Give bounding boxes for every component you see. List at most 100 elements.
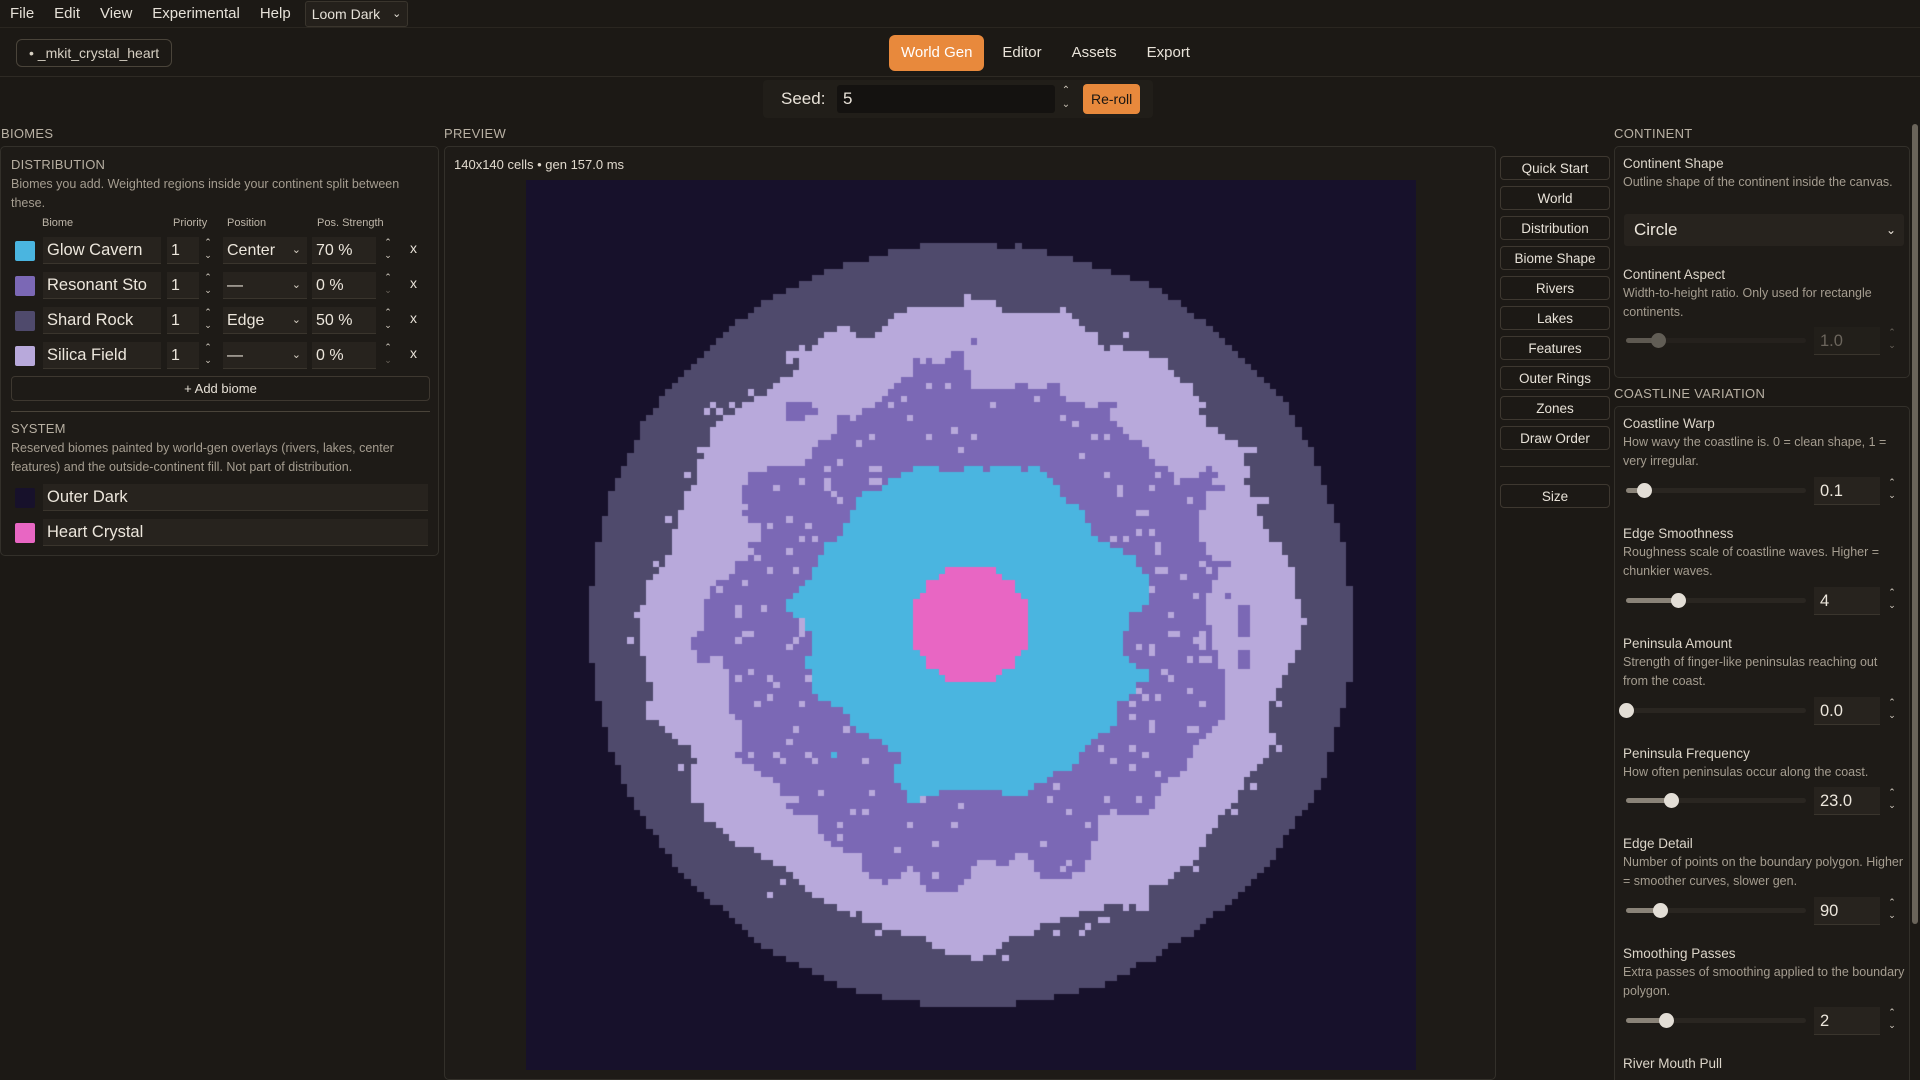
- chevron-down-icon[interactable]: ⌄: [202, 249, 214, 262]
- biome-strength-input[interactable]: 0 %: [312, 342, 376, 369]
- project-tab[interactable]: • _mkit_crystal_heart: [16, 39, 173, 67]
- smoothing-passes-value[interactable]: 2: [1814, 1007, 1880, 1035]
- peninsula-frequency-slider[interactable]: [1626, 793, 1806, 808]
- system-biome-name[interactable]: Heart Crystal: [43, 519, 428, 546]
- slider-knob[interactable]: [1658, 1013, 1674, 1028]
- chevron-up-icon[interactable]: ⌃: [202, 306, 214, 319]
- strength-stepper[interactable]: ⌃ ⌄: [382, 236, 394, 264]
- menu-help[interactable]: Help: [250, 0, 301, 28]
- value-stepper[interactable]: ⌃ ⌄: [1886, 586, 1898, 614]
- menu-edit[interactable]: Edit: [44, 0, 90, 28]
- nav-rivers[interactable]: Rivers: [1500, 276, 1610, 300]
- chevron-down-icon[interactable]: ⌄: [382, 284, 394, 297]
- remove-biome-button[interactable]: x: [410, 345, 417, 361]
- chevron-up-icon[interactable]: ⌃: [1886, 786, 1898, 799]
- biome-strength-input[interactable]: 70 %: [312, 237, 376, 264]
- biome-priority-input[interactable]: 1: [167, 307, 199, 334]
- biome-priority-input[interactable]: 1: [167, 342, 199, 369]
- system-color-swatch[interactable]: [15, 523, 35, 543]
- add-biome-button[interactable]: + Add biome: [11, 376, 430, 401]
- biome-name-input[interactable]: Shard Rock: [43, 307, 161, 334]
- coastline-warp-value[interactable]: 0.1: [1814, 477, 1880, 505]
- slider-knob[interactable]: [1637, 483, 1652, 498]
- chevron-up-icon[interactable]: ⌃: [1059, 84, 1073, 98]
- biome-strength-input[interactable]: 50 %: [312, 307, 376, 334]
- chevron-up-icon[interactable]: ⌃: [1886, 326, 1898, 339]
- chevron-up-icon[interactable]: ⌃: [382, 236, 394, 249]
- chevron-up-icon[interactable]: ⌃: [202, 341, 214, 354]
- peninsula-frequency-value[interactable]: 23.0: [1814, 787, 1880, 815]
- biome-color-swatch[interactable]: [15, 311, 35, 331]
- priority-stepper[interactable]: ⌃ ⌄: [202, 271, 214, 299]
- chevron-up-icon[interactable]: ⌃: [382, 306, 394, 319]
- peninsula-amount-slider[interactable]: [1619, 703, 1806, 718]
- nav-zones[interactable]: Zones: [1500, 396, 1610, 420]
- biome-color-swatch[interactable]: [15, 346, 35, 366]
- edge-smoothness-slider[interactable]: [1626, 593, 1806, 608]
- nav-draw-order[interactable]: Draw Order: [1500, 426, 1610, 450]
- continent-aspect-value[interactable]: 1.0: [1814, 327, 1880, 355]
- coastline-warp-slider[interactable]: [1626, 483, 1806, 498]
- seed-input[interactable]: 5: [837, 85, 1055, 113]
- tab-export[interactable]: Export: [1135, 35, 1202, 71]
- system-biome-name[interactable]: Outer Dark: [43, 484, 428, 511]
- edge-detail-slider[interactable]: [1626, 903, 1806, 918]
- chevron-up-icon[interactable]: ⌃: [1886, 896, 1898, 909]
- continent-aspect-slider[interactable]: [1626, 333, 1806, 348]
- value-stepper[interactable]: ⌃ ⌄: [1886, 786, 1898, 814]
- smoothing-passes-slider[interactable]: [1626, 1013, 1806, 1028]
- menu-experimental[interactable]: Experimental: [142, 0, 250, 28]
- strength-stepper[interactable]: ⌃ ⌄: [382, 306, 394, 334]
- nav-size[interactable]: Size: [1500, 484, 1610, 508]
- chevron-down-icon[interactable]: ⌄: [382, 319, 394, 332]
- value-stepper[interactable]: ⌃ ⌄: [1886, 476, 1898, 504]
- biome-name-input[interactable]: Glow Cavern: [43, 237, 161, 264]
- edge-detail-value[interactable]: 90: [1814, 897, 1880, 925]
- edge-smoothness-value[interactable]: 4: [1814, 587, 1880, 615]
- nav-quick-start[interactable]: Quick Start: [1500, 156, 1610, 180]
- biome-position-select[interactable]: Edge ⌄: [223, 307, 307, 334]
- chevron-down-icon[interactable]: ⌄: [1886, 909, 1898, 922]
- biome-name-input[interactable]: Silica Field: [43, 342, 161, 369]
- tab-editor[interactable]: Editor: [990, 35, 1053, 71]
- biome-position-select[interactable]: — ⌄: [223, 272, 307, 299]
- remove-biome-button[interactable]: x: [410, 275, 417, 291]
- nav-distribution[interactable]: Distribution: [1500, 216, 1610, 240]
- value-stepper[interactable]: ⌃ ⌄: [1886, 1006, 1898, 1034]
- chevron-up-icon[interactable]: ⌃: [202, 236, 214, 249]
- slider-knob[interactable]: [1619, 703, 1634, 718]
- nav-lakes[interactable]: Lakes: [1500, 306, 1610, 330]
- biome-color-swatch[interactable]: [15, 241, 35, 261]
- world-map-canvas[interactable]: [526, 180, 1416, 1070]
- chevron-down-icon[interactable]: ⌄: [202, 354, 214, 367]
- slider-knob[interactable]: [1664, 793, 1679, 808]
- chevron-up-icon[interactable]: ⌃: [1886, 586, 1898, 599]
- tab-assets[interactable]: Assets: [1060, 35, 1129, 71]
- chevron-down-icon[interactable]: ⌄: [1059, 98, 1073, 112]
- scrollbar[interactable]: [1912, 124, 1918, 924]
- chevron-up-icon[interactable]: ⌃: [1886, 476, 1898, 489]
- remove-biome-button[interactable]: x: [410, 240, 417, 256]
- biome-position-select[interactable]: Center ⌄: [223, 237, 307, 264]
- chevron-down-icon[interactable]: ⌄: [1886, 599, 1898, 612]
- biome-strength-input[interactable]: 0 %: [312, 272, 376, 299]
- continent-shape-select[interactable]: Circle ⌄: [1624, 214, 1904, 246]
- chevron-down-icon[interactable]: ⌄: [382, 354, 394, 367]
- reroll-button[interactable]: Re-roll: [1083, 84, 1141, 114]
- strength-stepper[interactable]: ⌃ ⌄: [382, 341, 394, 369]
- chevron-down-icon[interactable]: ⌄: [202, 284, 214, 297]
- chevron-up-icon[interactable]: ⌃: [382, 271, 394, 284]
- chevron-down-icon[interactable]: ⌄: [202, 319, 214, 332]
- chevron-up-icon[interactable]: ⌃: [202, 271, 214, 284]
- priority-stepper[interactable]: ⌃ ⌄: [202, 306, 214, 334]
- seed-stepper[interactable]: ⌃ ⌄: [1059, 84, 1073, 114]
- strength-stepper[interactable]: ⌃ ⌄: [382, 271, 394, 299]
- chevron-down-icon[interactable]: ⌄: [1886, 1019, 1898, 1032]
- menu-view[interactable]: View: [90, 0, 142, 28]
- value-stepper[interactable]: ⌃ ⌄: [1886, 696, 1898, 724]
- value-stepper[interactable]: ⌃ ⌄: [1886, 896, 1898, 924]
- chevron-down-icon[interactable]: ⌄: [382, 249, 394, 262]
- biome-color-swatch[interactable]: [15, 276, 35, 296]
- chevron-down-icon[interactable]: ⌄: [1886, 709, 1898, 722]
- priority-stepper[interactable]: ⌃ ⌄: [202, 341, 214, 369]
